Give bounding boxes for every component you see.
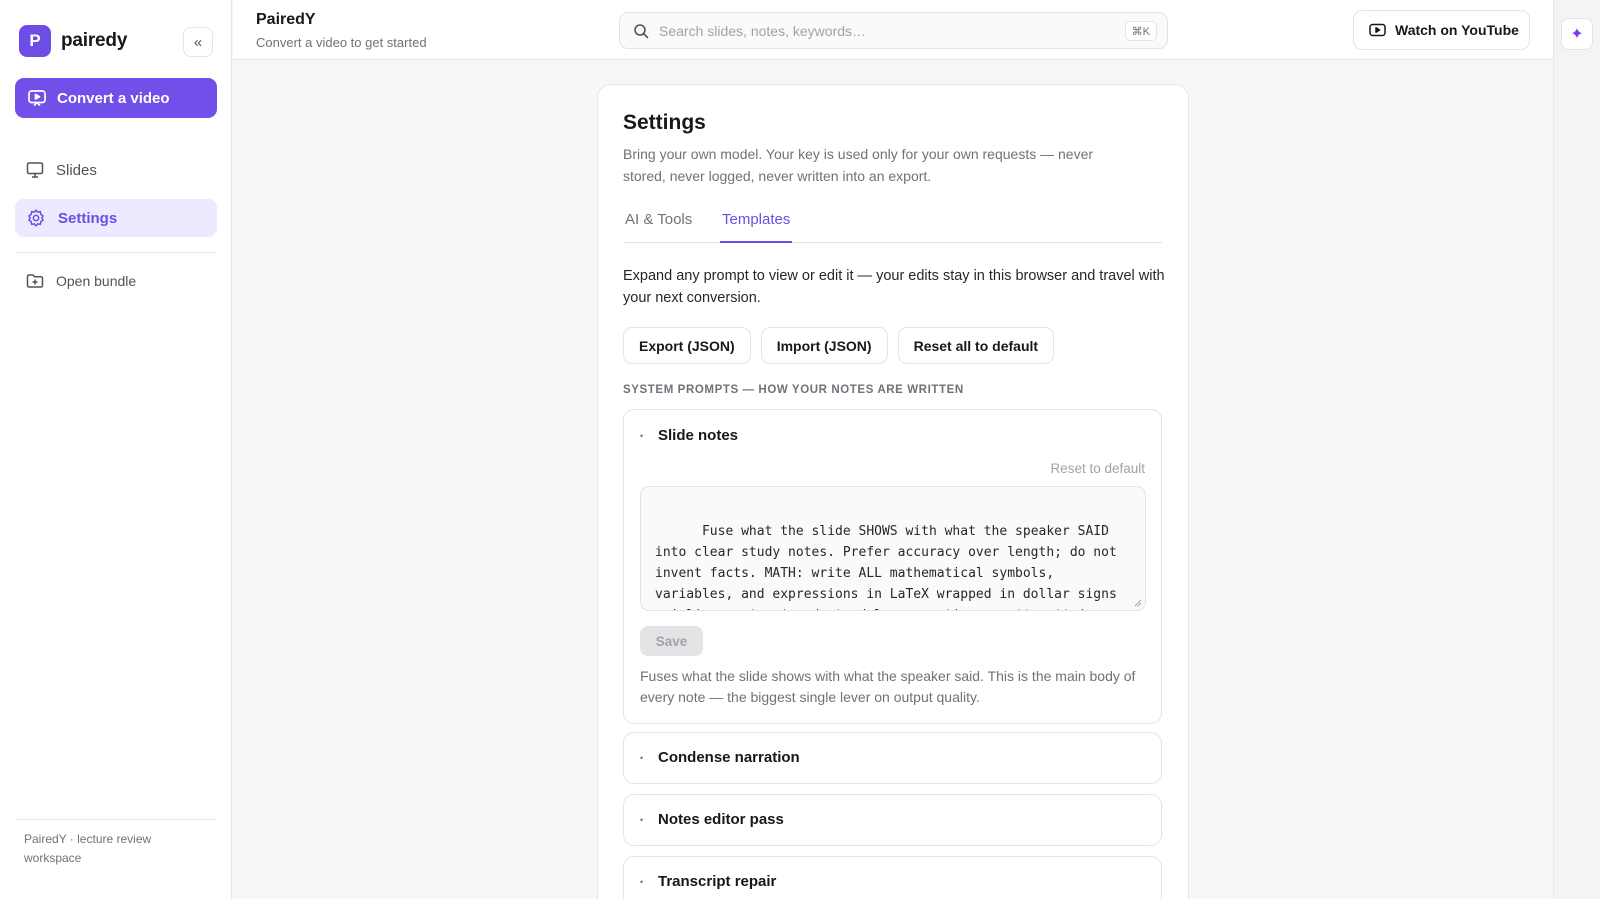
sidebar-item-slides[interactable]: Slides [15,151,217,189]
prompt-textarea[interactable]: Fuse what the slide SHOWS with what the … [640,486,1146,611]
system-prompts-heading: SYSTEM PROMPTS — HOW YOUR NOTES ARE WRIT… [623,384,964,396]
assistant-sparkle-button[interactable]: ✦ [1561,18,1593,50]
youtube-icon [1369,23,1386,37]
tab-ai-tools[interactable]: AI & Tools [623,211,694,243]
sidebar: P pairedy « Convert a video Slides Setti… [0,0,232,899]
sidebar-footer-divider [15,819,217,820]
brand-logo: P [19,25,51,57]
search-shortcut-badge: ⌘K [1124,21,1157,41]
page-subtitle: Convert a video to get started [256,35,427,50]
prompt-notes-editor-pass[interactable]: • Notes editor pass [623,794,1162,846]
expand-bullet-icon: • [640,876,644,887]
double-chevron-left-icon: « [193,33,203,51]
template-actions: Export (JSON) Import (JSON) Reset all to… [623,327,1055,364]
prompt-header: • Notes editor pass [640,811,784,828]
prompt-slide-notes: • Slide notes Reset to default Fuse what… [623,409,1162,724]
search-input[interactable]: Search slides, notes, keywords… ⌘K [619,12,1168,49]
convert-video-label: Convert a video [57,89,170,107]
prompt-title: Notes editor pass [658,811,784,828]
brand[interactable]: P pairedy [19,25,127,57]
save-button[interactable]: Save [640,626,703,656]
right-rail: ✦ [1553,0,1600,899]
sidebar-item-settings[interactable]: Settings [15,199,217,237]
reset-to-default-button[interactable]: Reset to default [1050,461,1145,476]
tab-templates[interactable]: Templates [720,211,793,243]
collapse-sidebar-button[interactable]: « [183,27,213,57]
reset-all-button[interactable]: Reset all to default [897,327,1055,364]
search-icon [634,23,649,38]
settings-tabs: AI & Tools Templates [623,211,1162,243]
prompt-title: Slide notes [658,427,739,444]
prompt-header: • Transcript repair [640,873,776,890]
brand-name: pairedy [61,30,128,51]
expand-bullet-icon: • [640,814,644,825]
video-message-icon [28,90,46,107]
sidebar-footer: PairedY · lecture review workspace [24,832,152,865]
prompt-help-text: Fuses what the slide shows with what the… [640,668,1136,705]
resize-handle-icon[interactable] [1133,598,1142,607]
settings-description: Bring your own model. Your key is used o… [623,146,1094,184]
prompt-condense-narration[interactable]: • Condense narration [623,732,1162,784]
prompt-header: • Condense narration [640,749,800,766]
convert-video-button[interactable]: Convert a video [15,78,217,118]
prompt-text: Fuse what the slide SHOWS with what the … [655,524,1117,610]
open-bundle-label: Open bundle [56,273,137,289]
open-bundle-button[interactable]: Open bundle [15,262,217,300]
sparkle-icon: ✦ [1570,26,1584,43]
sidebar-divider [15,252,217,253]
prompt-header[interactable]: • Slide notes [640,427,738,444]
expand-bullet-icon: • [640,752,644,763]
expand-bullet-icon: • [640,430,644,441]
sidebar-item-label: Slides [56,161,97,179]
templates-intro: Expand any prompt to view or edit it — y… [623,268,1165,306]
folder-plus-icon [26,274,44,288]
page-title: PairedY [256,11,316,28]
monitor-icon [26,162,44,178]
import-json-button[interactable]: Import (JSON) [760,327,888,364]
settings-title: Settings [623,111,706,134]
search-placeholder: Search slides, notes, keywords… [659,22,866,39]
watch-on-youtube-label: Watch on YouTube [1395,22,1519,38]
export-json-button[interactable]: Export (JSON) [623,327,751,364]
prompt-title: Condense narration [658,749,800,766]
settings-card: Settings Bring your own model. Your key … [597,84,1189,899]
prompt-transcript-repair[interactable]: • Transcript repair [623,856,1162,899]
watch-on-youtube-button[interactable]: Watch on YouTube [1353,10,1530,50]
gear-icon [28,209,44,227]
prompt-title: Transcript repair [658,873,777,890]
sidebar-item-label: Settings [58,209,118,227]
top-header: PairedY Convert a video to get started S… [233,0,1553,60]
